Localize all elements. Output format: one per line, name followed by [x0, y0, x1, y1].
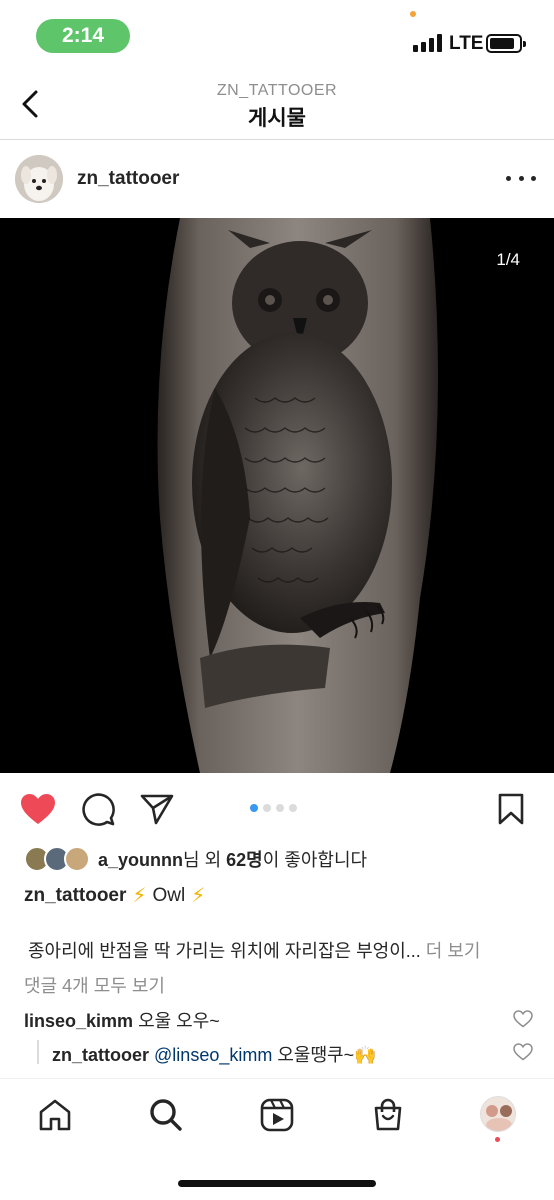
caption-body-text: 종아리에 반점을 딱 가리는 위치에 자리잡은 부엉이...: [28, 941, 421, 961]
tab-home[interactable]: [35, 1095, 75, 1135]
likes-suffix: 이 좋아합니다: [262, 850, 368, 870]
battery-icon: [486, 34, 526, 53]
caption-username[interactable]: zn_tattooer: [24, 885, 126, 907]
comment-username[interactable]: linseo_kimm: [24, 1011, 133, 1031]
like-button[interactable]: [20, 791, 56, 827]
status-bar: 2:14 LTE: [0, 0, 554, 70]
bookmark-icon: [498, 793, 524, 825]
caption-title: zn_tattooer ⚡ Owl ⚡: [24, 883, 205, 908]
more-horizontal-icon: [506, 175, 511, 181]
home-indicator[interactable]: [178, 1180, 376, 1187]
comment-button[interactable]: [80, 791, 116, 827]
heart-filled-icon: [21, 794, 55, 824]
status-time: 2:14: [36, 19, 130, 53]
liker-username[interactable]: a_younnn: [98, 850, 183, 870]
carousel-dot-active: [250, 804, 258, 812]
network-type: LTE: [449, 33, 484, 54]
notification-dot: [495, 1137, 500, 1142]
more-link[interactable]: 더 보기: [426, 941, 481, 961]
search-icon: [150, 1099, 182, 1131]
carousel-indicator: [250, 804, 297, 812]
account-label: ZN_TATTOOER: [216, 82, 338, 99]
tab-profile[interactable]: [480, 1096, 516, 1132]
owl-tattoo-photo: 1/4: [0, 218, 554, 773]
comment: linseo_kimm 오울 오우~: [24, 1007, 220, 1033]
liker-avatars: [24, 846, 92, 872]
carousel-dot: [276, 804, 284, 812]
avatar: [64, 846, 90, 872]
reels-icon: [260, 1098, 294, 1132]
likes-count[interactable]: 62명: [226, 850, 263, 870]
likes-prefix: 님 외: [183, 850, 227, 870]
comment-like-heart-icon[interactable]: [513, 1043, 533, 1061]
shop-icon: [374, 1098, 402, 1131]
post-header: zn_tattooer: [0, 140, 554, 218]
more-options-button[interactable]: [506, 168, 536, 188]
likes-row[interactable]: a_younnn님 외 62명이 좋아합니다: [24, 845, 367, 873]
share-icon: [140, 794, 174, 825]
likes-text: a_younnn님 외 62명이 좋아합니다: [98, 846, 367, 872]
carousel-dot: [289, 804, 297, 812]
dog-avatar-image: [15, 155, 63, 203]
comment-icon: [82, 793, 115, 826]
caption-body: 종아리에 반점을 딱 가리는 위치에 자리잡은 부엉이... 더 보기: [28, 937, 480, 963]
home-icon: [39, 1099, 71, 1131]
tab-reels[interactable]: [257, 1095, 297, 1135]
comment-like-heart-icon[interactable]: [513, 1010, 533, 1028]
caption-text: Owl: [152, 884, 186, 906]
post-username[interactable]: zn_tattooer: [77, 168, 179, 190]
post-image[interactable]: 1/4: [0, 218, 554, 773]
reply-indicator: [37, 1040, 39, 1064]
lightning-emoji: ⚡: [132, 885, 147, 907]
nav-header: ZN_TATTOOER 게시물: [0, 70, 554, 140]
profile-avatar: [481, 1097, 515, 1131]
comment-mention[interactable]: @linseo_kimm: [154, 1045, 272, 1065]
privacy-indicator: [410, 11, 416, 17]
comment-username[interactable]: zn_tattooer: [52, 1045, 149, 1065]
comment-text: 오울 오우~: [138, 1011, 220, 1031]
tab-shop[interactable]: [368, 1095, 408, 1135]
page-title: 게시물: [248, 107, 306, 130]
avatar[interactable]: [15, 155, 63, 203]
image-counter: 1/4: [496, 250, 520, 269]
comment-text: 오울땡쿠~🙌: [277, 1045, 377, 1065]
carousel-dot: [263, 804, 271, 812]
action-bar: [0, 773, 554, 845]
bottom-tab-bar: [0, 1078, 554, 1160]
view-all-comments-link[interactable]: 댓글 4개 모두 보기: [24, 972, 165, 998]
signal-icon: [413, 34, 442, 52]
tab-search[interactable]: [146, 1095, 186, 1135]
share-button[interactable]: [139, 791, 175, 827]
comment-reply: zn_tattooer @linseo_kimm 오울땡쿠~🙌: [52, 1041, 377, 1067]
lightning-emoji: ⚡: [191, 885, 206, 907]
save-button[interactable]: [493, 791, 529, 827]
